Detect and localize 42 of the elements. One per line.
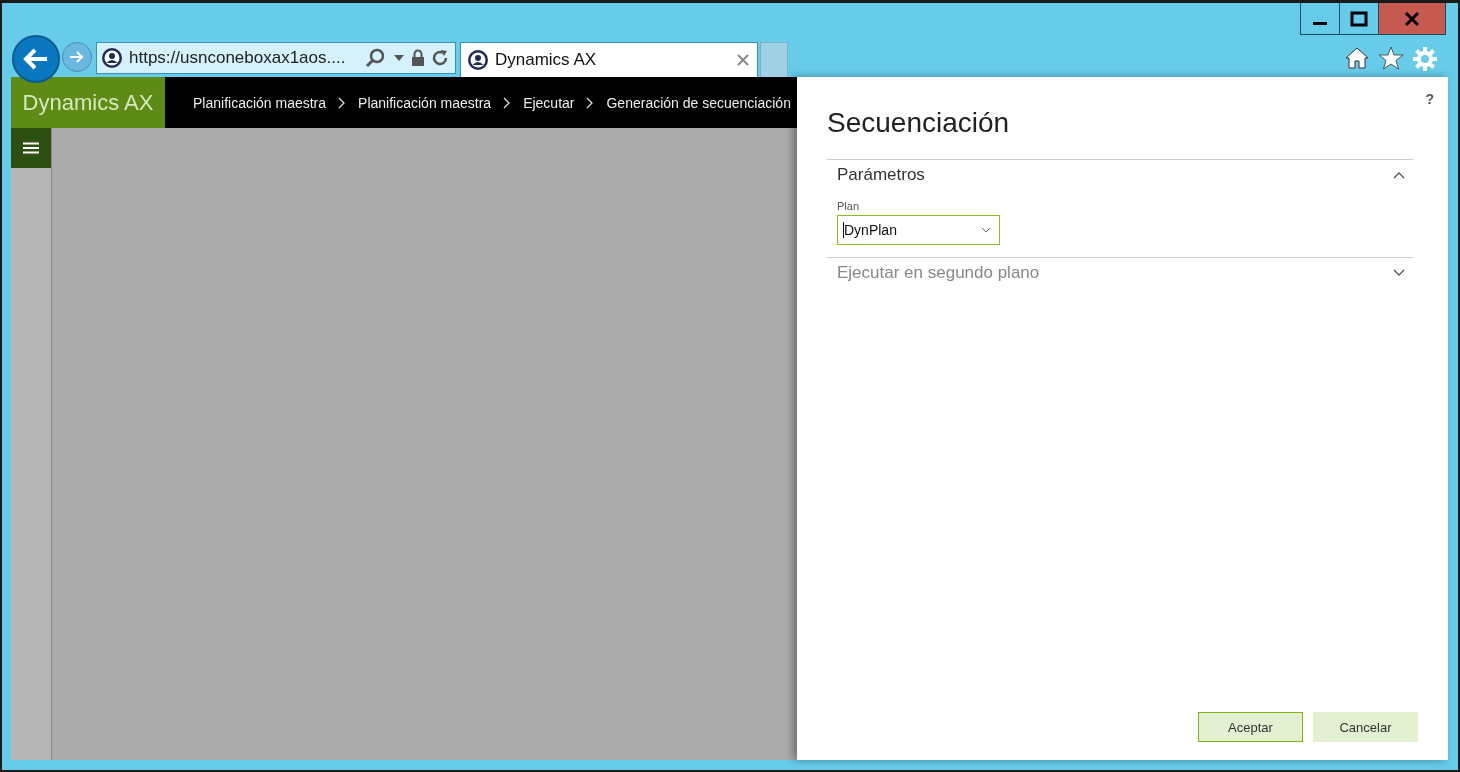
lock-icon (411, 49, 425, 67)
user-icon (467, 49, 489, 71)
arrow-left-icon (23, 48, 49, 70)
maximize-icon (1350, 10, 1368, 27)
url-text: https://usnconeboxax1aos.... (129, 48, 347, 68)
dialog-button[interactable]: Aceptar (1198, 712, 1303, 742)
user-icon (101, 47, 123, 69)
help-link[interactable]: ? (1425, 91, 1434, 107)
dialog-title: Secuenciación (827, 107, 1011, 139)
chevron-down-icon (1393, 269, 1405, 277)
refresh-icon[interactable] (431, 49, 449, 67)
chevron-up-icon (1393, 171, 1405, 179)
minimize-button[interactable] (1300, 3, 1340, 35)
breadcrumb-link[interactable]: Planificación maestra (358, 94, 492, 111)
browser-tab[interactable]: Dynamics AX (460, 42, 758, 77)
section-header[interactable]: Ejecutar en segundo plano (827, 258, 1413, 288)
chevron-right-icon (338, 96, 347, 109)
chevron-right-icon (586, 96, 595, 109)
field-label: Plan (837, 200, 861, 212)
minimize-icon (1313, 22, 1327, 25)
chevron-down-icon (981, 227, 991, 233)
arrow-right-icon (69, 50, 85, 64)
chevron-right-icon (503, 96, 512, 109)
breadcrumb-link[interactable]: Planificación maestra (193, 94, 327, 111)
dialog-button[interactable]: Cancelar (1313, 712, 1418, 742)
search-icon[interactable] (365, 48, 387, 68)
star-icon[interactable] (1378, 46, 1404, 70)
back-button[interactable] (12, 35, 60, 83)
breadcrumb-link[interactable]: Ejecutar (523, 94, 575, 111)
forward-button[interactable] (62, 42, 92, 72)
address-bar[interactable]: https://usnconeboxax1aos.... (96, 42, 456, 74)
dropdown-icon[interactable] (393, 54, 405, 62)
section-header[interactable]: Parámetros (827, 160, 1413, 190)
close-icon[interactable] (737, 54, 749, 66)
breadcrumb-link[interactable]: Generación de secuenciación (606, 94, 791, 111)
close-button[interactable] (1378, 3, 1446, 35)
tab-title: Dynamics AX (495, 50, 598, 70)
close-icon (1403, 10, 1421, 27)
home-icon[interactable] (1344, 46, 1370, 70)
menu-button[interactable] (11, 128, 51, 168)
plan-combobox[interactable]: DynPlan (837, 215, 1000, 245)
menu-icon (23, 142, 39, 154)
